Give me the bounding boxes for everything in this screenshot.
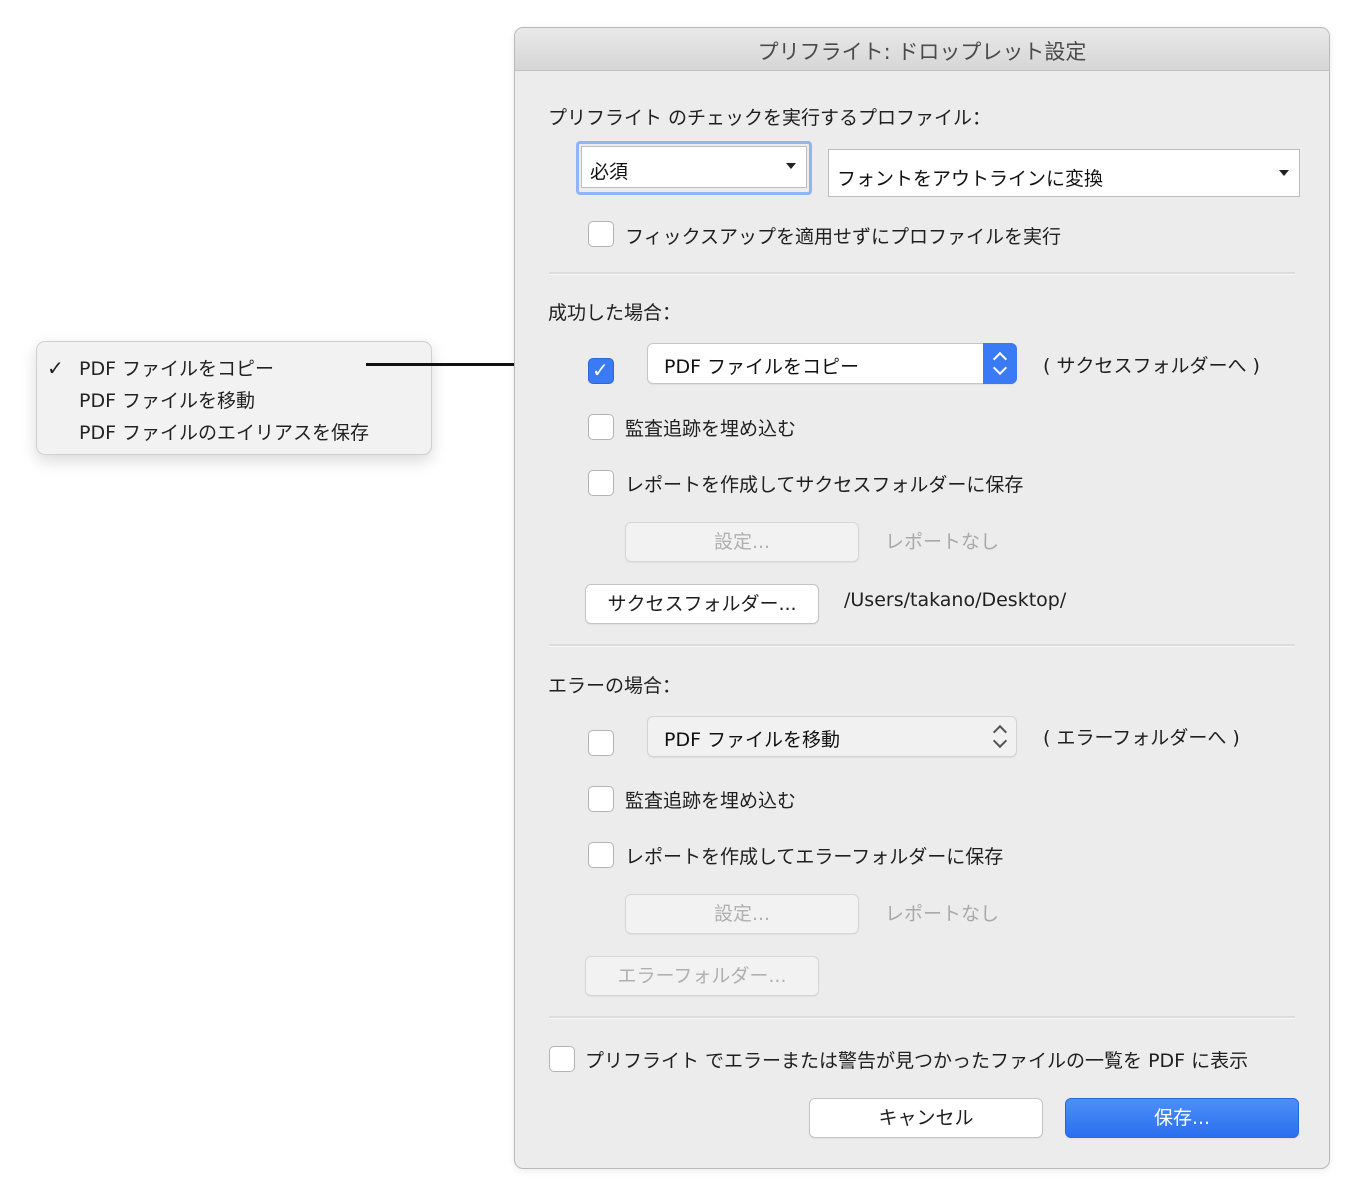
error-embed-audit-checkbox[interactable]	[588, 786, 614, 812]
checkmark-icon: ✓	[592, 358, 609, 382]
title-bar: プリフライト: ドロップレット設定	[515, 28, 1329, 71]
success-folder-path: /Users/takano/Desktop/	[844, 589, 1067, 611]
error-report-status: レポートなし	[885, 903, 1000, 925]
cancel-button[interactable]: キャンセル	[809, 1098, 1043, 1138]
checkmark-icon: ✓	[47, 356, 64, 380]
success-action-popup[interactable]: PDF ファイルをコピー	[647, 343, 1017, 384]
save-button[interactable]: 保存...	[1065, 1098, 1299, 1138]
profile-name-value: フォントをアウトラインに変換	[837, 168, 1104, 190]
divider	[549, 272, 1295, 275]
droplet-settings-dialog: プリフライト: ドロップレット設定 プリフライト のチェックを実行するプロファイ…	[514, 27, 1330, 1169]
dialog-title: プリフライト: ドロップレット設定	[757, 40, 1087, 64]
error-action-value: PDF ファイルを移動	[664, 729, 841, 751]
profile-category-select[interactable]: 必須	[581, 146, 807, 188]
success-destination-hint: ( サクセスフォルダーへ )	[1043, 355, 1260, 377]
run-without-fixups-label: フィックスアップを適用せずにプロファイルを実行	[625, 226, 1062, 248]
error-settings-button[interactable]: 設定...	[625, 894, 859, 934]
success-action-checkbox[interactable]: ✓	[588, 358, 614, 384]
error-destination-hint: ( エラーフォルダーへ )	[1043, 727, 1240, 749]
success-header: 成功した場合：	[548, 302, 682, 324]
up-down-chevron-icon	[983, 343, 1017, 384]
success-report-status: レポートなし	[885, 531, 1000, 553]
show-list-label: プリフライト でエラーまたは警告が見つかったファイルの一覧を PDF に表示	[585, 1050, 1249, 1072]
profile-category-value: 必須	[590, 161, 629, 183]
error-report-label: レポートを作成してエラーフォルダーに保存	[625, 846, 1004, 868]
error-action-checkbox[interactable]	[588, 730, 614, 756]
error-report-checkbox[interactable]	[588, 842, 614, 868]
success-action-value: PDF ファイルをコピー	[664, 356, 860, 378]
run-without-fixups-checkbox[interactable]	[588, 221, 614, 247]
success-embed-audit-checkbox[interactable]	[588, 414, 614, 440]
menu-item-save-alias[interactable]: PDF ファイルのエイリアスを保存	[79, 418, 369, 445]
show-list-checkbox[interactable]	[549, 1046, 575, 1072]
profile-section-label: プリフライト のチェックを実行するプロファイル：	[548, 107, 992, 129]
divider	[549, 1016, 1295, 1019]
success-report-label: レポートを作成してサクセスフォルダーに保存	[625, 474, 1024, 496]
success-settings-button[interactable]: 設定...	[625, 522, 859, 562]
menu-item-copy-pdf[interactable]: PDF ファイルをコピー	[79, 354, 274, 381]
success-folder-button[interactable]: サクセスフォルダー...	[585, 584, 819, 624]
up-down-chevron-icon	[983, 716, 1017, 757]
error-header: エラーの場合：	[548, 675, 682, 697]
error-action-popup[interactable]: PDF ファイルを移動	[647, 716, 1017, 757]
success-report-checkbox[interactable]	[588, 470, 614, 496]
menu-item-move-pdf[interactable]: PDF ファイルを移動	[79, 386, 255, 413]
triangle-down-icon	[1279, 170, 1289, 176]
profile-name-select[interactable]: フォントをアウトラインに変換	[828, 149, 1300, 197]
divider	[549, 644, 1295, 647]
success-embed-audit-label: 監査追跡を埋め込む	[625, 418, 797, 440]
error-folder-button[interactable]: エラーフォルダー...	[585, 956, 819, 996]
action-popup-menu: ✓ PDF ファイルをコピー PDF ファイルを移動 PDF ファイルのエイリア…	[36, 341, 432, 455]
triangle-down-icon	[786, 163, 796, 169]
error-embed-audit-label: 監査追跡を埋め込む	[625, 790, 797, 812]
